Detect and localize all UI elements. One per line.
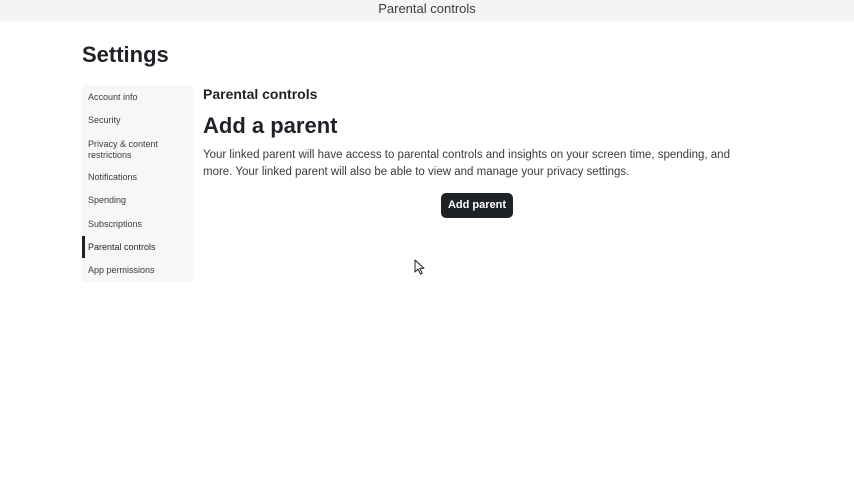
add-parent-heading: Add a parent xyxy=(203,113,338,138)
mouse-pointer-icon xyxy=(414,259,425,275)
sidebar-item-notifications[interactable]: Notifications xyxy=(82,172,194,183)
sidebar-item-subscriptions[interactable]: Subscriptions xyxy=(82,219,194,230)
sidebar-item-security[interactable]: Security xyxy=(82,115,194,126)
sidebar-item-account-info[interactable]: Account info xyxy=(82,92,194,103)
sidebar-item-spending[interactable]: Spending xyxy=(82,195,194,206)
settings-sidebar: Account info Security Privacy & content … xyxy=(82,85,194,282)
sidebar-item-privacy[interactable]: Privacy & content restrictions xyxy=(82,139,182,160)
sidebar-item-parental-controls[interactable]: Parental controls xyxy=(82,236,194,258)
window-title: Parental controls xyxy=(378,1,476,16)
section-title: Parental controls xyxy=(203,86,318,102)
sidebar-item-app-permissions[interactable]: App permissions xyxy=(82,265,194,276)
top-bar: Parental controls xyxy=(0,0,854,21)
add-parent-description: Your linked parent will have access to p… xyxy=(203,149,730,178)
page-title: Settings xyxy=(82,42,169,67)
add-parent-button[interactable]: Add parent xyxy=(441,193,513,218)
